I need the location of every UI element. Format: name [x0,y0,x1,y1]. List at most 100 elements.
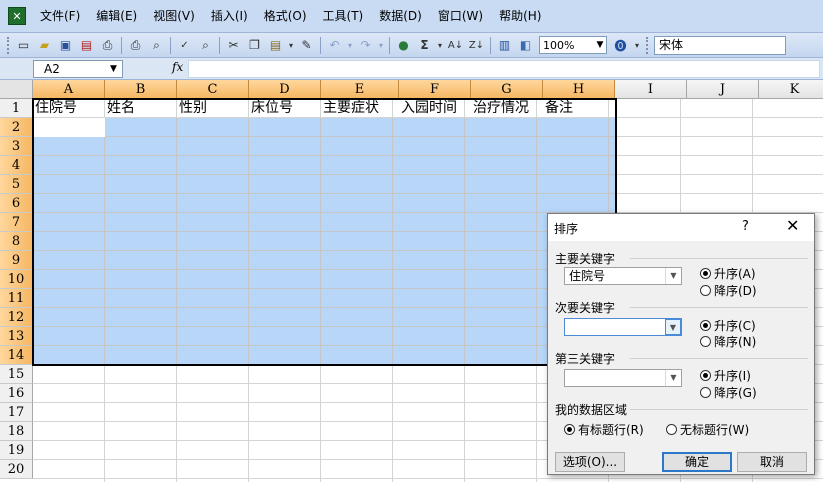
no-header-radio[interactable]: 无标题行(W) [666,421,749,438]
chevron-down-icon[interactable]: ▼ [665,268,681,284]
sort-descending-icon[interactable]: Z↓ [467,36,486,55]
column-header-a[interactable]: A [33,80,105,99]
menu-help[interactable]: 帮助(H) [491,0,549,33]
chevron-down-icon[interactable]: ▼ [665,319,681,335]
redo-icon[interactable]: ↷ [356,36,375,55]
third-ascending-radio[interactable]: 升序(I) [700,367,751,384]
cell-h1[interactable]: 备注 [543,99,615,118]
cell-c1[interactable]: 性别 [177,99,249,118]
menu-format[interactable]: 格式(O) [256,0,315,33]
row-header[interactable]: 6 [0,194,33,213]
toolbar-grip[interactable] [646,36,649,54]
column-header-j[interactable]: J [687,80,759,99]
chevron-down-icon[interactable]: ▼ [110,60,117,78]
primary-key-combo[interactable]: 住院号 ▼ [564,267,682,285]
column-header-c[interactable]: C [177,80,249,99]
row-header[interactable]: 1 [0,99,33,118]
print-preview-icon[interactable]: ⎙ [126,36,145,55]
undo-dropdown-icon[interactable]: ▾ [346,36,354,55]
row-header[interactable]: 4 [0,156,33,175]
column-header-k[interactable]: K [759,80,823,99]
save-icon[interactable]: ▣ [56,36,75,55]
row-header[interactable]: 7 [0,213,33,232]
menu-edit[interactable]: 编辑(E) [88,0,145,33]
row-header[interactable]: 15 [0,365,33,384]
options-button[interactable]: 选项(O)... [555,452,625,472]
chevron-down-icon[interactable]: ▼ [594,40,606,50]
column-header-i[interactable]: I [615,80,687,99]
row-header[interactable]: 20 [0,460,33,479]
chevron-down-icon[interactable]: ▼ [665,370,681,386]
column-header-d[interactable]: D [249,80,321,99]
search-icon[interactable]: ⌕ [147,36,166,55]
help-icon[interactable]: ⓿ [611,36,630,55]
cut-icon[interactable]: ✂ [224,36,243,55]
menu-insert[interactable]: 插入(I) [203,0,256,33]
excel-icon[interactable]: ✕ [8,7,26,25]
row-header[interactable]: 16 [0,384,33,403]
sort-ascending-icon[interactable]: A↓ [446,36,465,55]
column-header-f[interactable]: F [399,80,471,99]
row-header[interactable]: 17 [0,403,33,422]
menu-tools[interactable]: 工具(T) [315,0,372,33]
primary-ascending-radio[interactable]: 升序(A) [700,265,756,282]
secondary-descending-radio[interactable]: 降序(N) [700,333,756,350]
secondary-key-combo[interactable]: ▼ [564,318,682,336]
font-name-combo[interactable]: 宋体 [654,35,786,55]
open-icon[interactable]: ▰ [35,36,54,55]
select-all-corner[interactable] [0,80,33,99]
cell-f1[interactable]: 入园时间 [399,99,471,118]
paste-icon[interactable]: ▤ [266,36,285,55]
autosum-dropdown-icon[interactable]: ▾ [436,36,444,55]
row-header[interactable]: 19 [0,441,33,460]
close-icon[interactable]: ✕ [786,216,799,235]
formula-input[interactable] [188,60,820,78]
chart-wizard-icon[interactable]: ▥ [495,36,514,55]
insert-function-icon[interactable]: fx [172,60,183,74]
new-icon[interactable]: ▭ [14,36,33,55]
cell-e1[interactable]: 主要症状 [321,99,399,118]
cell-d1[interactable]: 床位号 [249,99,321,118]
cell-b1[interactable]: 姓名 [105,99,177,118]
format-painter-icon[interactable]: ✎ [297,36,316,55]
paste-dropdown-icon[interactable]: ▾ [287,36,295,55]
third-descending-radio[interactable]: 降序(G) [700,384,757,401]
toolbar-options-icon[interactable]: ▾ [632,36,642,55]
autosum-icon[interactable]: Σ [415,36,434,55]
column-header-h[interactable]: H [543,80,615,99]
menu-file[interactable]: 文件(F) [32,0,88,33]
column-header-g[interactable]: G [471,80,543,99]
column-header-e[interactable]: E [321,80,399,99]
permission-icon[interactable]: ▤ [77,36,96,55]
primary-descending-radio[interactable]: 降序(D) [700,282,757,299]
row-header[interactable]: 13 [0,327,33,346]
row-header[interactable]: 12 [0,308,33,327]
row-header[interactable]: 10 [0,270,33,289]
print-icon[interactable]: ⎙ [98,36,117,55]
copy-icon[interactable]: ❐ [245,36,264,55]
redo-dropdown-icon[interactable]: ▾ [377,36,385,55]
row-header[interactable]: 3 [0,137,33,156]
dialog-titlebar[interactable] [548,214,814,241]
row-header[interactable]: 5 [0,175,33,194]
menu-view[interactable]: 视图(V) [145,0,203,33]
menu-window[interactable]: 窗口(W) [430,0,491,33]
research-icon[interactable]: ⌕ [196,36,215,55]
cancel-button[interactable]: 取消 [737,452,807,472]
row-header[interactable]: 2 [0,118,33,137]
column-header-b[interactable]: B [105,80,177,99]
menu-data[interactable]: 数据(D) [371,0,430,33]
row-header[interactable]: 18 [0,422,33,441]
row-header[interactable]: 11 [0,289,33,308]
ok-button[interactable]: 确定 [662,452,732,472]
drawing-icon[interactable]: ◧ [516,36,535,55]
cell-a1[interactable]: 住院号 [33,99,105,118]
row-header[interactable]: 8 [0,232,33,251]
has-header-radio[interactable]: 有标题行(R) [564,421,644,438]
help-icon[interactable]: ? [742,219,749,234]
undo-icon[interactable]: ↶ [325,36,344,55]
cell-g1[interactable]: 治疗情况 [471,99,543,118]
spelling-icon[interactable]: ✓ [175,36,194,55]
row-header[interactable]: 9 [0,251,33,270]
hyperlink-icon[interactable]: ● [394,36,413,55]
